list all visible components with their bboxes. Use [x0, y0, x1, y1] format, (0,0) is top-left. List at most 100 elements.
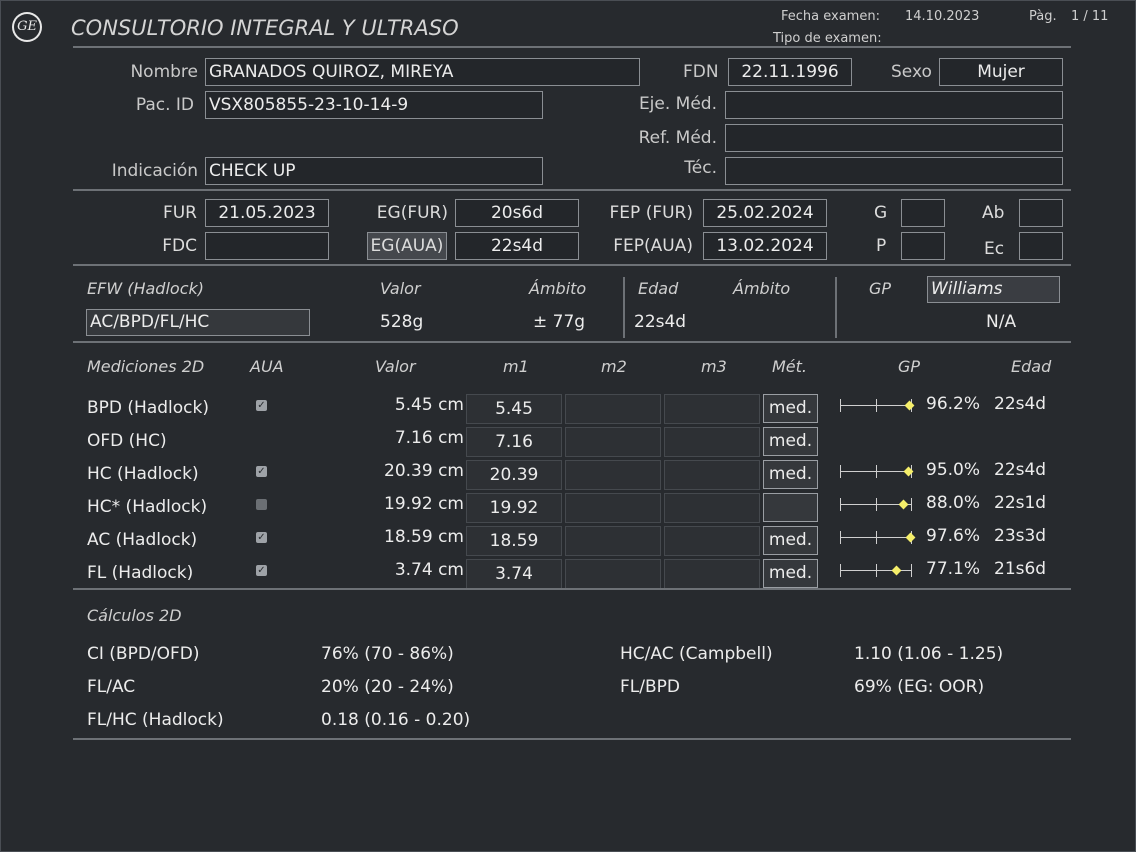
fdc-field[interactable] — [205, 232, 329, 260]
measurement-edad: 21s6d — [994, 559, 1047, 579]
efw-ambito: ± 77g — [533, 312, 586, 332]
col-gp-header: GP — [898, 357, 921, 376]
fepfur-label: FEP (FUR) — [609, 203, 693, 223]
measurement-valor: 18.59 cm — [384, 527, 464, 547]
ab-field[interactable] — [1019, 199, 1063, 227]
eje-field[interactable] — [725, 91, 1063, 119]
aua-checkbox[interactable] — [256, 499, 267, 510]
page-label: Pàg. — [1029, 9, 1057, 24]
method-button[interactable]: med. — [763, 427, 818, 456]
aua-checkbox[interactable]: ✓ — [256, 400, 267, 411]
gp-tick — [876, 498, 877, 511]
egfur-field[interactable]: 20s6d — [455, 199, 579, 227]
m2-field[interactable] — [565, 526, 661, 556]
fecha-label: Fecha examen: — [781, 9, 880, 24]
gp-percentile-bar — [840, 530, 916, 546]
measurement-name: AC (Hadlock) — [87, 530, 198, 550]
gp-tick — [911, 498, 912, 511]
gp-tick — [876, 531, 877, 544]
m1-field[interactable]: 19.92 — [466, 493, 562, 523]
m2-field[interactable] — [565, 493, 661, 523]
mediciones-title: Mediciones 2D — [87, 357, 205, 376]
p-label: P — [876, 236, 887, 256]
measurement-name: BPD (Hadlock) — [87, 398, 209, 418]
indicacion-field[interactable]: CHECK UP — [205, 157, 543, 185]
fepaua-field[interactable]: 13.02.2024 — [703, 232, 827, 260]
g-field[interactable] — [901, 199, 945, 227]
gp-marker — [891, 565, 902, 576]
m1-field[interactable]: 3.74 — [466, 559, 562, 589]
method-button[interactable]: med. — [763, 559, 818, 588]
separator — [73, 341, 1071, 343]
measurement-valor: 20.39 cm — [384, 461, 464, 481]
gp-method-select[interactable]: Williams — [927, 276, 1060, 303]
egaua-field[interactable]: 22s4d — [455, 232, 579, 260]
gp-percentile-bar — [840, 464, 914, 480]
m1-field[interactable]: 5.45 — [466, 394, 562, 424]
nombre-field[interactable]: GRANADOS QUIROZ, MIREYA — [205, 58, 640, 86]
m2-field[interactable] — [565, 559, 661, 589]
fepfur-field[interactable]: 25.02.2024 — [703, 199, 827, 227]
ref-field[interactable] — [725, 124, 1063, 152]
measurement-valor: 7.16 cm — [394, 428, 464, 448]
gp-tick — [840, 465, 841, 478]
m1-field[interactable]: 7.16 — [466, 427, 562, 457]
calc-value: 20% (20 - 24%) — [321, 677, 454, 697]
gp-tick — [840, 564, 841, 577]
sexo-field[interactable]: Mujer — [939, 58, 1063, 86]
m1-field[interactable]: 20.39 — [466, 460, 562, 490]
tec-field[interactable] — [725, 157, 1063, 185]
egaua-button[interactable]: EG(AUA) — [367, 232, 447, 260]
eje-label: Eje. Méd. — [638, 94, 717, 114]
m3-field[interactable] — [664, 394, 760, 424]
m3-field[interactable] — [664, 427, 760, 457]
m1-field[interactable]: 18.59 — [466, 526, 562, 556]
m2-field[interactable] — [565, 427, 661, 457]
aua-checkbox[interactable]: ✓ — [256, 565, 267, 576]
m3-field[interactable] — [664, 460, 760, 490]
m3-field[interactable] — [664, 559, 760, 589]
fdn-field[interactable]: 22.11.1996 — [728, 58, 852, 86]
measurement-name: FL (Hadlock) — [87, 563, 194, 583]
page-number: 1 / 11 — [1071, 9, 1109, 24]
g-label: G — [874, 203, 888, 223]
fdn-label: FDN — [683, 62, 719, 82]
separator — [835, 277, 837, 338]
method-button[interactable]: med. — [763, 460, 818, 489]
m3-field[interactable] — [664, 526, 760, 556]
aua-checkbox[interactable]: ✓ — [256, 466, 267, 477]
efw-edad-header: Edad — [638, 279, 679, 298]
efw-ambito-header: Ámbito — [529, 279, 587, 298]
m2-field[interactable] — [565, 460, 661, 490]
gp-tick — [911, 564, 912, 577]
m3-field[interactable] — [664, 493, 760, 523]
sexo-label: Sexo — [891, 62, 932, 82]
aua-checkbox[interactable]: ✓ — [256, 532, 267, 543]
p-field[interactable] — [901, 232, 945, 260]
method-button[interactable] — [763, 493, 818, 522]
efw-formula-select[interactable]: AC/BPD/FL/HC — [86, 309, 310, 336]
efw-title: EFW (Hadlock) — [87, 279, 204, 298]
measurement-gp: 96.2% — [926, 394, 981, 414]
gp-tick — [876, 564, 877, 577]
calc-value: 1.10 (1.06 - 1.25) — [854, 644, 1004, 664]
nombre-label: Nombre — [130, 62, 198, 82]
measurement-edad: 22s4d — [994, 460, 1047, 480]
measurement-gp: 97.6% — [926, 526, 981, 546]
col-edad-header: Edad — [1011, 357, 1052, 376]
efw-edad: 22s4d — [634, 312, 687, 332]
gp-tick — [876, 399, 877, 412]
fur-field[interactable]: 21.05.2023 — [205, 199, 329, 227]
pacid-field[interactable]: VSX805855-23-10-14-9 — [205, 91, 543, 119]
method-button[interactable]: med. — [763, 394, 818, 423]
calc-label: FL/HC (Hadlock) — [87, 710, 224, 730]
measurement-gp: 77.1% — [926, 559, 981, 579]
col-m2-header: m2 — [601, 357, 627, 376]
method-button[interactable]: med. — [763, 526, 818, 555]
measurement-gp: 88.0% — [926, 493, 981, 513]
ec-field[interactable] — [1019, 232, 1063, 260]
separator — [73, 264, 1071, 266]
gp-percentile-bar — [840, 497, 912, 513]
m2-field[interactable] — [565, 394, 661, 424]
measurement-valor: 3.74 cm — [394, 560, 464, 580]
